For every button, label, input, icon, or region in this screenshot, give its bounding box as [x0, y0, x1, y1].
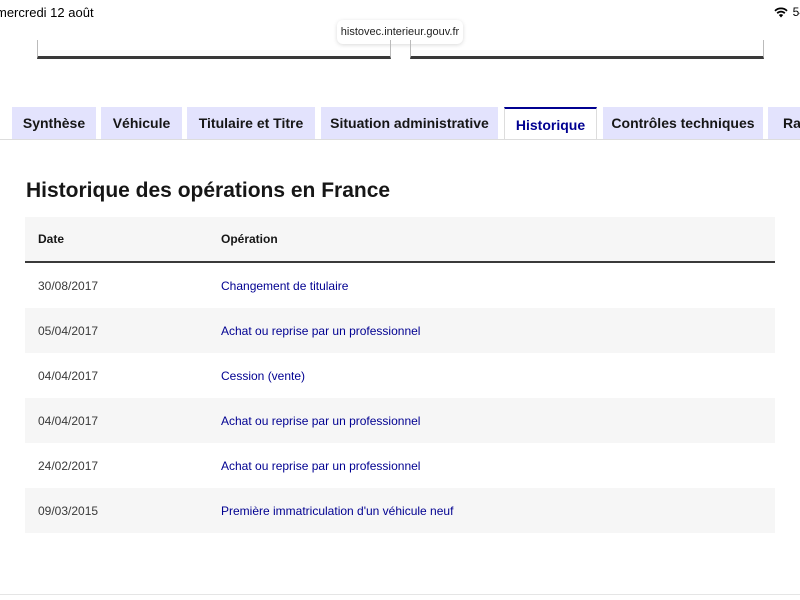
table-row: 24/02/2017 Achat ou reprise par un profe…	[25, 443, 775, 488]
table-row: 09/03/2015 Première immatriculation d'un…	[25, 488, 775, 533]
row-operation-link[interactable]: Achat ou reprise par un professionnel	[221, 414, 420, 428]
table-row: 04/04/2017 Cession (vente)	[25, 353, 775, 398]
tab-rapport[interactable]: Rapport	[768, 107, 800, 139]
row-date: 04/04/2017	[38, 368, 99, 383]
tab-situation-administrative[interactable]: Situation administrative	[321, 107, 498, 139]
column-header-operation: Opération	[221, 232, 278, 246]
row-date: 30/08/2017	[38, 278, 99, 293]
tab-titulaire-titre[interactable]: Titulaire et Titre	[187, 107, 315, 139]
row-date: 24/02/2017	[38, 458, 99, 473]
status-date: mercredi 12 août	[0, 5, 94, 20]
row-date: 05/04/2017	[38, 323, 99, 338]
row-operation-link[interactable]: Achat ou reprise par un professionnel	[221, 459, 420, 473]
address-url: histovec.interieur.gouv.fr	[340, 26, 460, 38]
wifi-icon	[774, 7, 788, 18]
tab-vehicule[interactable]: Véhicule	[101, 107, 182, 139]
row-operation-link[interactable]: Changement de titulaire	[221, 279, 348, 293]
row-date: 09/03/2015	[38, 503, 99, 518]
table-header: Date Opération	[25, 217, 775, 263]
table-row: 04/04/2017 Achat ou reprise par un profe…	[25, 398, 775, 443]
tab-controles-techniques[interactable]: Contrôles techniques	[603, 107, 763, 139]
top-card-right	[410, 40, 764, 59]
row-operation-link[interactable]: Cession (vente)	[221, 369, 305, 383]
tab-historique[interactable]: Historique	[504, 107, 597, 140]
top-card-left	[37, 40, 391, 59]
section-title: Historique des opérations en France	[26, 179, 391, 202]
row-operation-link[interactable]: Première immatriculation d'un véhicule n…	[221, 504, 453, 518]
table-row: 05/04/2017 Achat ou reprise par un profe…	[25, 308, 775, 353]
status-indicators: 54	[774, 5, 800, 19]
row-date: 04/04/2017	[38, 413, 99, 428]
tab-synthese[interactable]: Synthèse	[12, 107, 96, 139]
table-row: 30/08/2017 Changement de titulaire	[25, 263, 775, 308]
row-operation-link[interactable]: Achat ou reprise par un professionnel	[221, 324, 420, 338]
history-panel: Historique des opérations en France Date…	[0, 139, 800, 595]
battery-level: 54	[792, 5, 800, 19]
history-table: Date Opération 30/08/2017 Changement de …	[25, 217, 775, 533]
column-header-date: Date	[38, 232, 65, 246]
tab-bar: Synthèse Véhicule Titulaire et Titre Sit…	[0, 107, 800, 140]
